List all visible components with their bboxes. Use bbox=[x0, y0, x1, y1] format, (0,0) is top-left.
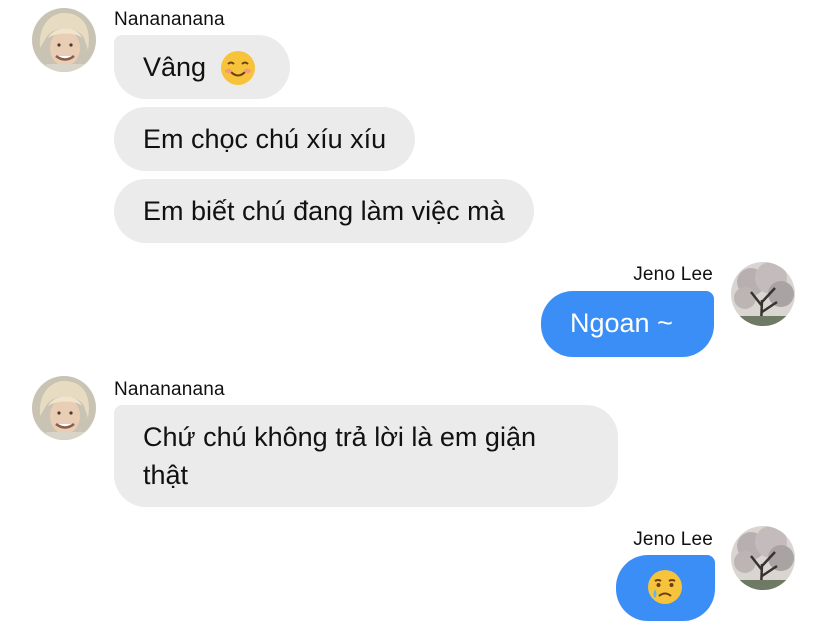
message-text: Ngoan ~ bbox=[570, 308, 673, 338]
message-bubble[interactable]: Vâng bbox=[114, 35, 290, 99]
avatar-nanananana[interactable] bbox=[32, 8, 96, 72]
message-text-line: thật bbox=[143, 460, 189, 490]
message-bubble[interactable]: Ngoan ~ bbox=[541, 291, 714, 357]
message-text: Em chọc chú xíu xíu bbox=[143, 124, 387, 154]
sender-name: Nanananana bbox=[114, 9, 225, 30]
message-bubble[interactable]: Em chọc chú xíu xíu bbox=[114, 107, 416, 171]
sender-name: Nanananana bbox=[114, 379, 225, 400]
message-bubble[interactable] bbox=[616, 555, 715, 621]
blonde-person-avatar-icon bbox=[32, 8, 96, 72]
avatar-jeno-lee[interactable] bbox=[731, 262, 795, 326]
message-text-line: Chứ chú không trả lời là em giận bbox=[143, 422, 536, 452]
message-text: Em biết chú đang làm việc mà bbox=[143, 196, 505, 226]
message-bubble[interactable]: Em biết chú đang làm việc mà bbox=[114, 179, 534, 243]
avatar-nanananana[interactable] bbox=[32, 376, 96, 440]
message-bubble[interactable]: Chứ chú không trả lời là em giận thật bbox=[114, 405, 618, 507]
cherry-blossom-tree-avatar-icon bbox=[731, 526, 795, 590]
avatar-jeno-lee[interactable] bbox=[731, 526, 795, 590]
sender-name: Jeno Lee bbox=[633, 529, 713, 550]
cherry-blossom-tree-avatar-icon bbox=[731, 262, 795, 326]
sender-name: Jeno Lee bbox=[633, 264, 713, 285]
crying-face-icon bbox=[648, 570, 682, 604]
smiling-face-icon bbox=[221, 51, 255, 85]
message-text: Vâng bbox=[143, 52, 207, 82]
blonde-person-avatar-icon bbox=[32, 376, 96, 440]
